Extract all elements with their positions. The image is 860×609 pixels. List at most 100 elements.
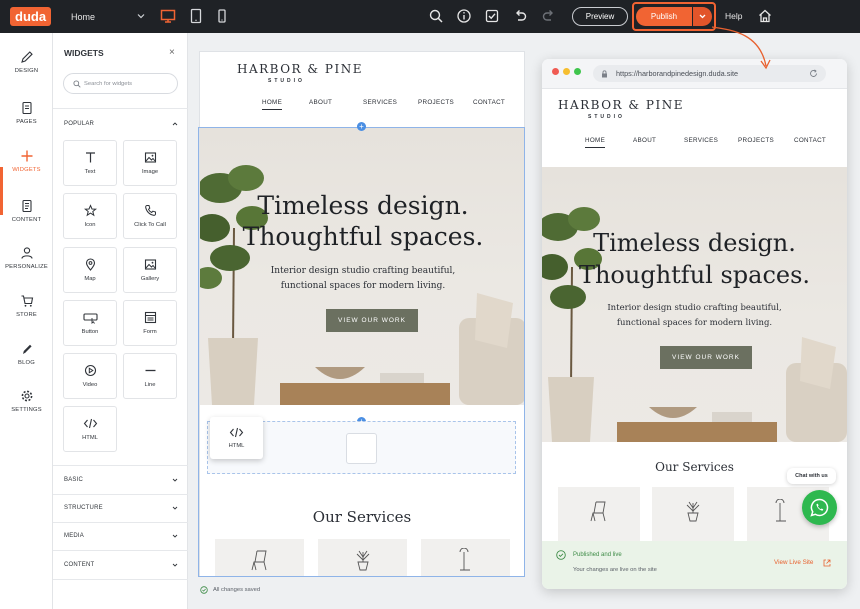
service-card[interactable] — [318, 539, 407, 576]
nav-projects[interactable]: PROJECTS — [418, 99, 454, 106]
line-icon — [145, 369, 155, 372]
pages-icon — [21, 101, 32, 115]
checkbox-icon[interactable] — [484, 8, 500, 24]
nav-services[interactable]: SERVICES — [684, 137, 718, 144]
nav-about[interactable]: ABOUT — [309, 99, 332, 106]
close-dot[interactable] — [552, 68, 559, 75]
rail-item-blog[interactable]: BLOG — [0, 332, 53, 380]
hero-view-work-button[interactable]: VIEW OUR WORK — [326, 309, 418, 332]
info-icon[interactable] — [456, 8, 472, 24]
plant-photo — [542, 207, 602, 442]
chevron-up-icon[interactable] — [171, 120, 179, 128]
desktop-icon[interactable] — [160, 8, 176, 24]
rail-item-pages[interactable]: PAGES — [0, 91, 53, 139]
widget-line[interactable]: Line — [123, 353, 177, 399]
reload-icon[interactable] — [809, 69, 818, 78]
service-card[interactable] — [558, 487, 640, 541]
divider — [53, 550, 188, 551]
armchair-photo — [459, 293, 524, 405]
hero-section[interactable]: Timeless design. Thoughtful spaces. Inte… — [200, 128, 524, 405]
widget-text[interactable]: Text — [63, 140, 117, 186]
rail-item-design[interactable]: DESIGN — [0, 40, 53, 88]
chevron-down-icon[interactable] — [171, 504, 179, 512]
service-card[interactable] — [215, 539, 304, 576]
add-section-icon[interactable]: + — [357, 122, 366, 131]
widget-label: Image — [141, 169, 159, 175]
chevron-down-icon[interactable] — [171, 561, 179, 569]
widget-video[interactable]: Video — [63, 353, 117, 399]
service-card[interactable] — [652, 487, 734, 541]
widget-image[interactable]: Image — [123, 140, 177, 186]
page-selector[interactable]: Home — [58, 0, 154, 33]
whatsapp-chat-button[interactable] — [802, 490, 837, 525]
rail-item-store[interactable]: STORE — [0, 284, 53, 332]
widget-click-to-call[interactable]: Click To Call — [123, 193, 177, 239]
nav-contact[interactable]: CONTACT — [794, 137, 826, 144]
widgets-panel: WIDGETS × POPULAR Text Image Icon Click … — [53, 33, 188, 609]
site-brand-sub: STUDIO — [268, 78, 305, 84]
chevron-down-icon[interactable] — [171, 532, 179, 540]
hero-title-line2[interactable]: Thoughtful spaces. — [200, 222, 524, 252]
content-icon — [21, 199, 32, 213]
nav-home[interactable]: HOME — [585, 137, 606, 148]
section-structure[interactable]: STRUCTURE — [64, 505, 103, 511]
nav-services[interactable]: SERVICES — [363, 99, 397, 106]
widget-icon[interactable]: Icon — [63, 193, 117, 239]
widget-map[interactable]: Map — [63, 247, 117, 293]
button-icon — [82, 313, 98, 324]
site-brand-name: HARBOR & PINE — [558, 98, 684, 112]
widget-search[interactable] — [63, 73, 178, 94]
dragging-html-widget[interactable]: HTML — [210, 417, 263, 459]
nav-home[interactable]: HOME — [262, 99, 283, 110]
chevron-down-icon[interactable] — [171, 476, 179, 484]
preview-button[interactable]: Preview — [572, 7, 628, 26]
widget-button[interactable]: Button — [63, 300, 117, 346]
publish-button[interactable]: Publish — [636, 7, 692, 26]
pencil-icon — [20, 51, 33, 63]
plus-icon — [21, 150, 32, 162]
hero-view-work-button[interactable]: VIEW OUR WORK — [660, 346, 752, 369]
external-link-icon[interactable] — [823, 559, 831, 567]
undo-icon[interactable] — [512, 8, 528, 24]
divider — [53, 579, 188, 580]
rail-item-widgets[interactable]: WIDGETS — [0, 139, 53, 187]
search-icon — [73, 80, 81, 88]
maximize-dot[interactable] — [574, 68, 581, 75]
lamp-icon — [775, 499, 786, 522]
widget-label: Map — [84, 276, 96, 282]
widget-label: Line — [144, 382, 156, 388]
site-brand-name[interactable]: HARBOR & PINE — [237, 62, 363, 76]
search-icon[interactable] — [428, 8, 444, 24]
hero-subtitle-line2: functional spaces for modern living. — [616, 318, 773, 328]
code-icon — [229, 427, 244, 438]
duda-logo[interactable]: duda — [10, 7, 52, 26]
mobile-icon[interactable] — [214, 8, 230, 24]
rail-item-settings[interactable]: SETTINGS — [0, 379, 53, 427]
person-icon — [20, 247, 33, 259]
widget-label: HTML — [228, 443, 245, 449]
widget-html[interactable]: HTML — [63, 406, 117, 452]
service-card[interactable] — [421, 539, 510, 576]
nav-projects[interactable]: PROJECTS — [738, 137, 774, 144]
hero-title-line1[interactable]: Timeless design. — [200, 191, 524, 221]
nav-contact[interactable]: CONTACT — [473, 99, 505, 106]
section-media[interactable]: MEDIA — [64, 533, 84, 539]
minimize-dot[interactable] — [563, 68, 570, 75]
section-content[interactable]: CONTENT — [64, 562, 94, 568]
rail-item-content[interactable]: CONTENT — [0, 189, 53, 237]
view-live-site-link[interactable]: View Live Site — [774, 559, 813, 566]
services-title[interactable]: Our Services — [200, 508, 524, 526]
close-icon[interactable]: × — [169, 48, 175, 58]
pointer-arrow — [711, 26, 771, 70]
search-input[interactable] — [84, 77, 172, 90]
widget-form[interactable]: Form — [123, 300, 177, 346]
section-basic[interactable]: BASIC — [64, 477, 83, 483]
lamp-icon — [459, 548, 470, 571]
widget-gallery[interactable]: Gallery — [123, 247, 177, 293]
rail-item-personalize[interactable]: PERSONALIZE — [0, 236, 53, 284]
whatsapp-icon — [810, 498, 829, 517]
redo-icon[interactable] — [541, 8, 557, 24]
tablet-icon[interactable] — [188, 8, 204, 24]
nav-about[interactable]: ABOUT — [633, 137, 656, 144]
section-popular[interactable]: POPULAR — [64, 121, 94, 127]
